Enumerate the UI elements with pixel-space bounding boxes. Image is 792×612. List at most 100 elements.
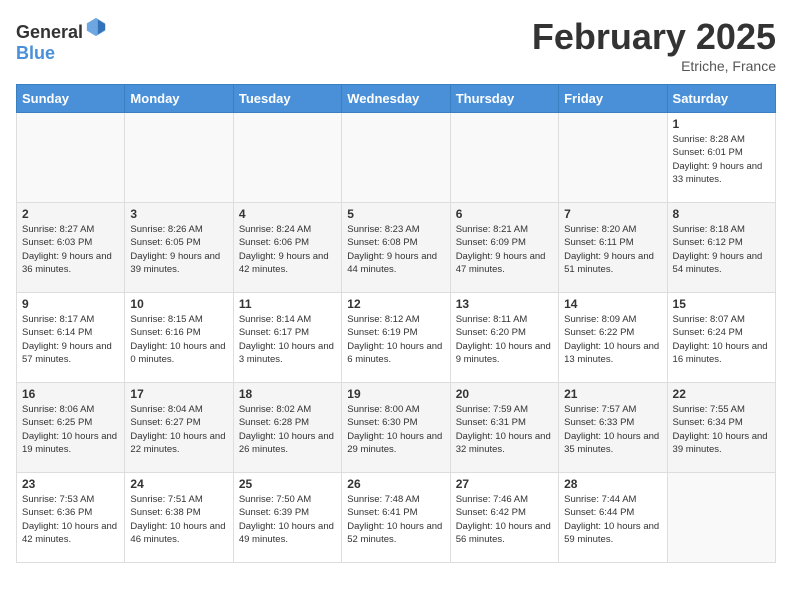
day-info: Sunrise: 8:21 AM Sunset: 6:09 PM Dayligh… (456, 223, 553, 276)
day-info: Sunrise: 8:15 AM Sunset: 6:16 PM Dayligh… (130, 313, 227, 366)
day-number: 16 (22, 387, 119, 401)
day-number: 15 (673, 297, 770, 311)
calendar-day-cell (342, 113, 450, 203)
day-info: Sunrise: 8:04 AM Sunset: 6:27 PM Dayligh… (130, 403, 227, 456)
calendar-day-cell: 26 Sunrise: 7:48 AM Sunset: 6:41 PM Dayli… (342, 473, 450, 563)
day-info: Sunrise: 7:59 AM Sunset: 6:31 PM Dayligh… (456, 403, 553, 456)
calendar-day-cell: 28 Sunrise: 7:44 AM Sunset: 6:44 PM Dayli… (559, 473, 667, 563)
calendar-week-row: 16Sunrise: 8:06 AM Sunset: 6:25 PM Dayli… (17, 383, 776, 473)
day-info: Sunrise: 7:46 AM Sunset: 6:42 PM Dayligh… (456, 493, 553, 546)
day-number: 18 (239, 387, 336, 401)
calendar-day-cell: 8Sunrise: 8:18 AM Sunset: 6:12 PM Daylig… (667, 203, 775, 293)
day-number: 14 (564, 297, 661, 311)
day-info: Sunrise: 8:28 AM Sunset: 6:01 PM Dayligh… (673, 133, 770, 186)
day-info: Sunrise: 7:44 AM Sunset: 6:44 PM Dayligh… (564, 493, 661, 546)
day-number: 1 (673, 117, 770, 131)
calendar-day-cell: 14 Sunrise: 8:09 AM Sunset: 6:22 PM Dayli… (559, 293, 667, 383)
calendar-day-header: Friday (559, 85, 667, 113)
day-number: 8 (673, 207, 770, 221)
day-info: Sunrise: 8:24 AM Sunset: 6:06 PM Dayligh… (239, 223, 336, 276)
day-number: 6 (456, 207, 553, 221)
day-info: Sunrise: 8:27 AM Sunset: 6:03 PM Dayligh… (22, 223, 119, 276)
calendar-day-cell (450, 113, 558, 203)
calendar-day-cell: 13 Sunrise: 8:11 AM Sunset: 6:20 PM Dayli… (450, 293, 558, 383)
day-number: 24 (130, 477, 227, 491)
calendar-day-cell: 17 Sunrise: 8:04 AM Sunset: 6:27 PM Dayli… (125, 383, 233, 473)
day-number: 13 (456, 297, 553, 311)
location: Etriche, France (532, 58, 776, 74)
month-title: February 2025 (532, 16, 776, 58)
logo-icon (85, 16, 107, 38)
day-info: Sunrise: 7:48 AM Sunset: 6:41 PM Dayligh… (347, 493, 444, 546)
day-info: Sunrise: 7:55 AM Sunset: 6:34 PM Dayligh… (673, 403, 770, 456)
calendar-day-cell (233, 113, 341, 203)
calendar-day-cell (667, 473, 775, 563)
day-number: 25 (239, 477, 336, 491)
day-number: 19 (347, 387, 444, 401)
calendar-day-cell: 24 Sunrise: 7:51 AM Sunset: 6:38 PM Dayli… (125, 473, 233, 563)
calendar-day-cell: 23 Sunrise: 7:53 AM Sunset: 6:36 PM Dayli… (17, 473, 125, 563)
calendar-week-row: 1 Sunrise: 8:28 AM Sunset: 6:01 PM Daylig… (17, 113, 776, 203)
day-number: 23 (22, 477, 119, 491)
day-info: Sunrise: 8:09 AM Sunset: 6:22 PM Dayligh… (564, 313, 661, 366)
calendar-day-cell: 5 Sunrise: 8:23 AM Sunset: 6:08 PM Daylig… (342, 203, 450, 293)
calendar-day-header: Thursday (450, 85, 558, 113)
day-number: 4 (239, 207, 336, 221)
day-number: 27 (456, 477, 553, 491)
day-info: Sunrise: 8:07 AM Sunset: 6:24 PM Dayligh… (673, 313, 770, 366)
day-number: 21 (564, 387, 661, 401)
calendar-day-cell (17, 113, 125, 203)
logo-general: General (16, 22, 83, 42)
day-info: Sunrise: 7:57 AM Sunset: 6:33 PM Dayligh… (564, 403, 661, 456)
day-number: 26 (347, 477, 444, 491)
calendar-table: SundayMondayTuesdayWednesdayThursdayFrid… (16, 84, 776, 563)
day-info: Sunrise: 8:02 AM Sunset: 6:28 PM Dayligh… (239, 403, 336, 456)
day-info: Sunrise: 8:11 AM Sunset: 6:20 PM Dayligh… (456, 313, 553, 366)
calendar-day-cell: 20 Sunrise: 7:59 AM Sunset: 6:31 PM Dayli… (450, 383, 558, 473)
day-number: 9 (22, 297, 119, 311)
calendar-day-header: Monday (125, 85, 233, 113)
day-number: 7 (564, 207, 661, 221)
calendar-day-cell: 4 Sunrise: 8:24 AM Sunset: 6:06 PM Daylig… (233, 203, 341, 293)
calendar-day-cell: 7Sunrise: 8:20 AM Sunset: 6:11 PM Daylig… (559, 203, 667, 293)
calendar-day-cell: 6 Sunrise: 8:21 AM Sunset: 6:09 PM Daylig… (450, 203, 558, 293)
calendar-day-cell: 25 Sunrise: 7:50 AM Sunset: 6:39 PM Dayli… (233, 473, 341, 563)
calendar-day-cell: 21 Sunrise: 7:57 AM Sunset: 6:33 PM Dayli… (559, 383, 667, 473)
day-number: 2 (22, 207, 119, 221)
calendar-day-cell: 3 Sunrise: 8:26 AM Sunset: 6:05 PM Daylig… (125, 203, 233, 293)
calendar-day-cell: 9 Sunrise: 8:17 AM Sunset: 6:14 PM Daylig… (17, 293, 125, 383)
day-info: Sunrise: 8:26 AM Sunset: 6:05 PM Dayligh… (130, 223, 227, 276)
day-number: 3 (130, 207, 227, 221)
day-number: 22 (673, 387, 770, 401)
calendar-day-header: Tuesday (233, 85, 341, 113)
calendar-day-cell: 2 Sunrise: 8:27 AM Sunset: 6:03 PM Daylig… (17, 203, 125, 293)
calendar-week-row: 2 Sunrise: 8:27 AM Sunset: 6:03 PM Daylig… (17, 203, 776, 293)
calendar-day-cell: 10 Sunrise: 8:15 AM Sunset: 6:16 PM Dayli… (125, 293, 233, 383)
day-info: Sunrise: 8:12 AM Sunset: 6:19 PM Dayligh… (347, 313, 444, 366)
calendar-day-cell: 18 Sunrise: 8:02 AM Sunset: 6:28 PM Dayli… (233, 383, 341, 473)
day-info: Sunrise: 7:51 AM Sunset: 6:38 PM Dayligh… (130, 493, 227, 546)
day-info: Sunrise: 7:53 AM Sunset: 6:36 PM Dayligh… (22, 493, 119, 546)
calendar-day-header: Saturday (667, 85, 775, 113)
day-number: 20 (456, 387, 553, 401)
day-info: Sunrise: 8:23 AM Sunset: 6:08 PM Dayligh… (347, 223, 444, 276)
logo: General Blue (16, 16, 107, 64)
day-number: 10 (130, 297, 227, 311)
calendar-day-cell (125, 113, 233, 203)
day-number: 11 (239, 297, 336, 311)
title-area: February 2025 Etriche, France (532, 16, 776, 74)
calendar-day-cell: 22 Sunrise: 7:55 AM Sunset: 6:34 PM Dayli… (667, 383, 775, 473)
calendar-day-cell: 27 Sunrise: 7:46 AM Sunset: 6:42 PM Dayli… (450, 473, 558, 563)
day-info: Sunrise: 7:50 AM Sunset: 6:39 PM Dayligh… (239, 493, 336, 546)
day-info: Sunrise: 8:14 AM Sunset: 6:17 PM Dayligh… (239, 313, 336, 366)
calendar-day-cell: 15 Sunrise: 8:07 AM Sunset: 6:24 PM Dayli… (667, 293, 775, 383)
day-number: 28 (564, 477, 661, 491)
calendar-day-cell: 16Sunrise: 8:06 AM Sunset: 6:25 PM Dayli… (17, 383, 125, 473)
day-info: Sunrise: 8:00 AM Sunset: 6:30 PM Dayligh… (347, 403, 444, 456)
day-number: 17 (130, 387, 227, 401)
day-number: 12 (347, 297, 444, 311)
calendar-header-row: SundayMondayTuesdayWednesdayThursdayFrid… (17, 85, 776, 113)
day-info: Sunrise: 8:17 AM Sunset: 6:14 PM Dayligh… (22, 313, 119, 366)
day-number: 5 (347, 207, 444, 221)
calendar-day-header: Wednesday (342, 85, 450, 113)
